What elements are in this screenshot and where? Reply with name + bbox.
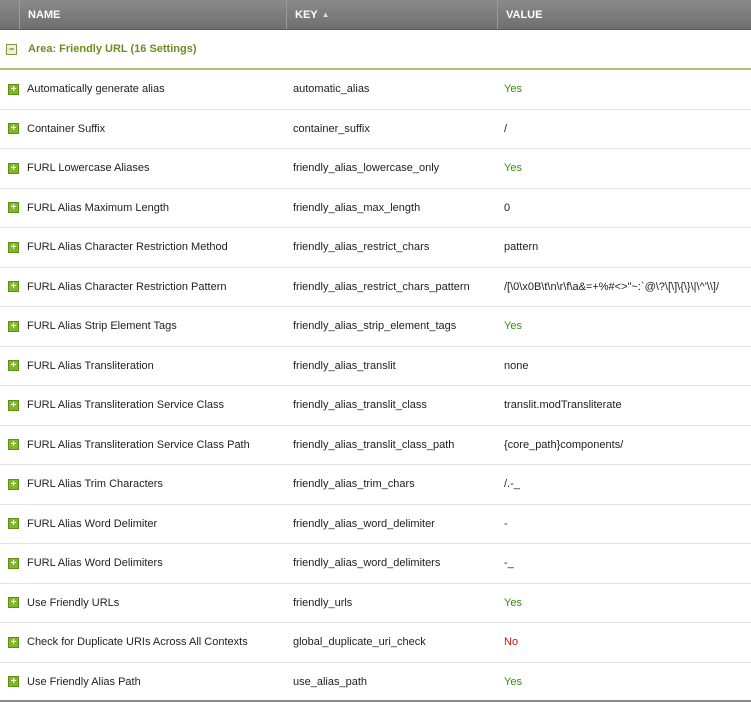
plus-icon[interactable]: + — [8, 281, 19, 293]
setting-value[interactable]: Yes — [504, 83, 751, 95]
table-row[interactable]: + FURL Alias Strip Element Tags friendly_a… — [0, 307, 751, 347]
setting-name: FURL Alias Strip Element Tags — [27, 320, 177, 333]
plus-icon[interactable]: + — [8, 360, 19, 372]
setting-key: friendly_alias_word_delimiters — [293, 557, 441, 570]
setting-name: FURL Alias Transliteration Service Class… — [27, 438, 250, 451]
group-header-friendly-url[interactable]: − Area: Friendly URL (16 Settings) — [0, 30, 751, 70]
setting-key: automatic_alias — [293, 83, 370, 96]
setting-value[interactable]: 0 — [504, 202, 751, 214]
group-toggle-glyph: − — [8, 43, 15, 54]
table-row[interactable]: + FURL Alias Word Delimiter friendly_alias… — [0, 505, 751, 544]
setting-key: friendly_alias_trim_chars — [293, 478, 415, 491]
setting-name: FURL Alias Transliteration — [27, 359, 154, 372]
setting-name: Check for Duplicate URIs Across All Cont… — [27, 636, 248, 649]
plus-icon[interactable]: + — [8, 597, 19, 609]
setting-key: friendly_alias_lowercase_only — [293, 162, 440, 175]
plus-icon[interactable]: + — [8, 399, 19, 411]
sort-arrow-icon[interactable]: ▲ — [322, 10, 330, 19]
setting-value[interactable]: - — [504, 518, 751, 530]
setting-name: Use Friendly URLs — [27, 596, 120, 609]
setting-key: friendly_alias_word_delimiter — [293, 517, 435, 530]
table-row[interactable]: + FURL Alias Transliteration Service Clas… — [0, 426, 751, 465]
setting-value[interactable]: Yes — [504, 597, 751, 609]
table-row[interactable]: + FURL Alias Word Delimiters friendly_alia… — [0, 544, 751, 584]
plus-icon[interactable]: + — [8, 241, 19, 253]
setting-name: Automatically generate alias — [27, 83, 165, 96]
column-header-key-label: KEY — [295, 8, 318, 21]
column-header-value-label: VALUE — [506, 8, 543, 21]
plus-icon[interactable]: + — [8, 478, 19, 490]
setting-key: container_suffix — [293, 122, 370, 135]
header-spacer — [0, 0, 20, 29]
setting-value[interactable]: -_ — [504, 557, 751, 569]
plus-icon[interactable]: + — [8, 202, 19, 214]
plus-icon[interactable]: + — [8, 676, 19, 688]
setting-value[interactable]: Yes — [504, 162, 751, 174]
table-row[interactable]: + Use Friendly Alias Path use_alias_path Ye… — [0, 663, 751, 702]
table-row[interactable]: + FURL Alias Character Restriction Patter… — [0, 268, 751, 307]
setting-key: friendly_alias_translit_class — [293, 399, 427, 412]
setting-value[interactable]: /[\0\x0B\t\n\r\f\a&=+%#<>"~:`@\?\[\]\{\}… — [504, 281, 751, 293]
setting-name: FURL Alias Maximum Length — [27, 201, 170, 214]
setting-value[interactable]: pattern — [504, 241, 751, 253]
plus-icon[interactable]: + — [8, 518, 19, 530]
group-label: Area: Friendly URL (16 Settings) — [28, 43, 197, 55]
column-header-key[interactable]: KEY ▲ — [287, 0, 498, 29]
plus-icon[interactable]: + — [8, 439, 19, 451]
settings-grid: NAME KEY ▲ VALUE − Area: Friendly URL (1… — [0, 0, 751, 702]
settings-rows: + Automatically generate alias automatic_a… — [0, 70, 751, 702]
table-row[interactable]: + FURL Alias Transliteration friendly_alia… — [0, 347, 751, 386]
setting-value[interactable]: No — [504, 636, 751, 648]
setting-value[interactable]: translit.modTransliterate — [504, 399, 751, 411]
plus-icon[interactable]: + — [8, 636, 19, 648]
setting-value[interactable]: {core_path}components/ — [504, 439, 751, 451]
setting-key: use_alias_path — [293, 675, 368, 688]
plus-icon[interactable]: + — [8, 123, 19, 135]
table-row[interactable]: + FURL Alias Trim Characters friendly_alia… — [0, 465, 751, 505]
setting-key: friendly_alias_max_length — [293, 201, 421, 214]
setting-key: global_duplicate_uri_check — [293, 636, 426, 649]
table-row[interactable]: + FURL Alias Transliteration Service Clas… — [0, 386, 751, 426]
setting-value[interactable]: / — [504, 123, 751, 135]
table-row[interactable]: + Check for Duplicate URIs Across All Con… — [0, 623, 751, 663]
setting-name: FURL Alias Character Restriction Pattern — [27, 280, 227, 293]
setting-key: friendly_alias_strip_element_tags — [293, 320, 457, 333]
setting-name: FURL Alias Transliteration Service Class — [27, 399, 225, 412]
setting-key: friendly_urls — [293, 596, 353, 609]
column-header-value[interactable]: VALUE — [498, 0, 751, 29]
setting-name: Use Friendly Alias Path — [27, 675, 141, 688]
setting-key: friendly_alias_restrict_chars_pattern — [293, 280, 470, 293]
plus-icon[interactable]: + — [8, 320, 19, 332]
setting-value[interactable]: Yes — [504, 676, 751, 688]
setting-key: friendly_alias_restrict_chars — [293, 241, 430, 254]
setting-value[interactable]: /.-_ — [504, 478, 751, 490]
table-row[interactable]: + Use Friendly URLs friendly_urls Yes — [0, 584, 751, 623]
setting-name: FURL Alias Word Delimiters — [27, 557, 163, 570]
minus-icon[interactable]: − — [6, 43, 17, 55]
setting-name: FURL Alias Character Restriction Method — [27, 241, 228, 254]
table-row[interactable]: + Container Suffix container_suffix / — [0, 110, 751, 149]
setting-name: Container Suffix — [27, 122, 106, 135]
setting-value[interactable]: none — [504, 360, 751, 372]
setting-key: friendly_alias_translit_class_path — [293, 438, 455, 451]
setting-name: FURL Alias Trim Characters — [27, 478, 163, 491]
column-header-name-label: NAME — [28, 8, 61, 21]
setting-name: FURL Lowercase Aliases — [27, 162, 150, 175]
table-row[interactable]: + Automatically generate alias automatic_a… — [0, 70, 751, 110]
table-row[interactable]: + FURL Alias Maximum Length friendly_alias… — [0, 189, 751, 228]
setting-key: friendly_alias_translit — [293, 359, 396, 372]
grid-header: NAME KEY ▲ VALUE — [0, 0, 751, 30]
column-header-name[interactable]: NAME — [20, 0, 287, 29]
table-row[interactable]: + FURL Alias Character Restriction Method… — [0, 228, 751, 268]
plus-icon[interactable]: + — [8, 557, 19, 569]
plus-icon[interactable]: + — [8, 83, 19, 95]
plus-icon[interactable]: + — [8, 162, 19, 174]
setting-value[interactable]: Yes — [504, 320, 751, 332]
setting-name: FURL Alias Word Delimiter — [27, 517, 158, 530]
table-row[interactable]: + FURL Lowercase Aliases friendly_alias_lo… — [0, 149, 751, 189]
